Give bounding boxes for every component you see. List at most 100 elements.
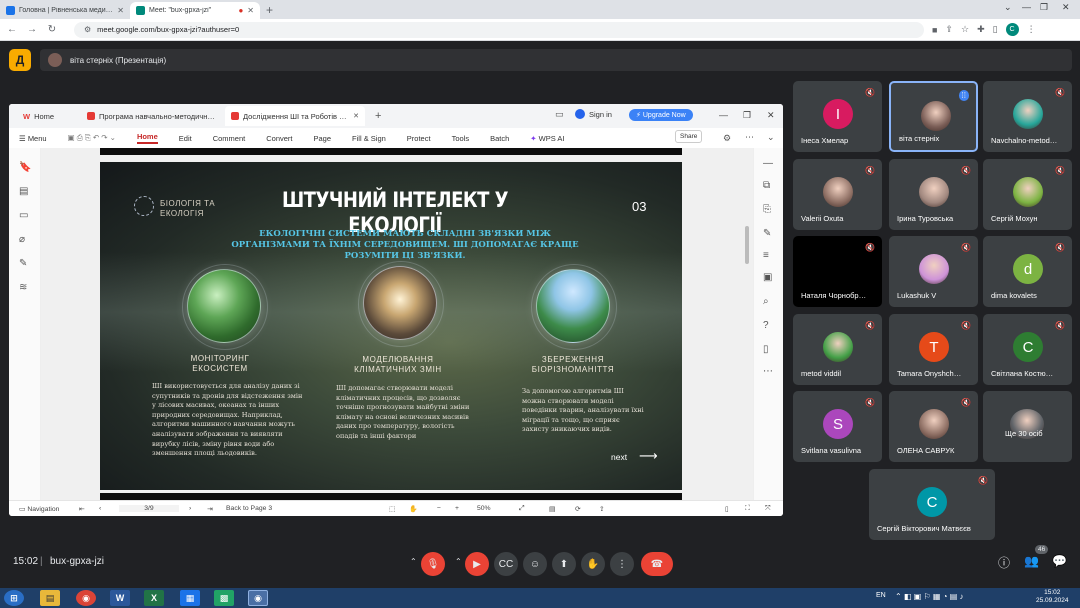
participant-tile[interactable]: 🔇 Ірина Туровська [889,159,978,230]
captions-button[interactable]: CC [494,552,518,576]
participant-tile[interactable]: 🔇 Navchalno-metod… [983,81,1072,152]
start-button[interactable]: ⊞ [4,590,24,606]
leave-call-button[interactable]: ☎ [641,552,673,576]
search-icon[interactable]: ⌕ [763,296,769,307]
camera-off-button[interactable]: ▶ [465,552,489,576]
video-options-icon[interactable]: ⌃ [455,557,462,566]
navigation-toggle[interactable]: ▭ Navigation [19,505,59,513]
export-icon[interactable]: ⎘ [763,204,771,215]
menu-wps-ai[interactable]: ✦ WPS AI [530,134,564,143]
settings-icon[interactable]: ⚙ [723,133,731,144]
attachment-icon[interactable]: ⌀ [19,234,25,245]
zoom-level[interactable]: 50% [477,505,491,512]
participant-tile[interactable]: 🔇 ОЛЕНА САВРУК [889,391,978,462]
tray-icons[interactable]: ⌃ ◧ ▣ ⚐ ▦ ◔ ▤ ♪ [895,592,964,601]
last-page-icon[interactable]: ⇥ [207,505,213,513]
new-tab-button[interactable]: + [375,110,381,122]
sign-in-button[interactable]: Sign in [575,109,612,119]
wps-tab-program[interactable]: Програма навчально-методичного… [81,106,221,126]
prev-page-icon[interactable]: ‹ [99,505,101,512]
profile-avatar[interactable]: C [1005,23,1019,36]
close-window-icon[interactable]: ✕ [1062,2,1070,13]
thumbnails-icon[interactable]: ▤ [19,186,28,197]
book-icon[interactable]: ▯ [763,344,769,355]
wps-tab-home[interactable]: W Home [17,106,77,126]
menu-fill-sign[interactable]: Fill & Sign [352,134,386,143]
clock[interactable]: 15:02 25.09.2024 [1036,589,1069,605]
raise-hand-button[interactable]: ✋ [581,552,605,576]
help-icon[interactable]: ? [763,320,769,331]
menu-comment[interactable]: Comment [213,134,246,143]
menu-page[interactable]: Page [314,134,332,143]
wps-tab-research[interactable]: Дослідження ШІ та Роботів у… ✕ [225,106,365,126]
participant-tile[interactable]: І 🔇 Інеса Хмелар [793,81,882,152]
close-tab-icon[interactable]: ✕ [117,6,124,15]
collapse-icon[interactable]: — [763,158,773,169]
share-button[interactable]: Share [675,130,703,143]
fullscreen-icon[interactable]: ⛶ [745,505,750,513]
participant-tile[interactable]: 🔇 Lukashuk V [889,236,978,307]
meeting-info-icon[interactable]: ⓘ [998,554,1010,571]
browser-tab-2[interactable]: Meet: "bux-gpxa-jzi" ● ✕ [130,2,260,19]
vertical-scrollbar[interactable] [745,226,749,264]
reader-mode-icon[interactable]: ▭ [555,109,564,120]
more-options-button[interactable]: ⋮ [610,552,634,576]
expand-icon[interactable]: ⤧ [765,505,770,513]
participant-tile[interactable]: 🔇 Valerii Oxuta [793,159,882,230]
word-icon[interactable]: W [110,590,130,606]
rotate-icon[interactable]: ⟳ [575,505,581,513]
more-icon[interactable]: ⋯ [745,132,754,143]
language-indicator[interactable]: EN [876,592,886,599]
excel-icon[interactable]: X [144,590,164,606]
more-icon[interactable]: ⋯ [763,366,773,377]
forward-icon[interactable]: → [26,24,38,35]
reload-icon[interactable]: ↻ [46,24,58,35]
app-icon[interactable]: ▦ [180,590,200,606]
first-page-icon[interactable]: ⇤ [79,505,85,513]
participant-tile[interactable]: С 🔇 Світлана Костю… [983,314,1072,385]
menu-edit[interactable]: Edit [179,134,192,143]
zoom-out-icon[interactable]: − [437,505,441,512]
participant-tile[interactable]: T 🔇 Tamara Onyshch… [889,314,978,385]
mic-off-button[interactable]: 🎙 [421,552,445,576]
file-explorer-icon[interactable]: ▤ [40,590,60,606]
browser-menu-icon[interactable]: ⋮ [1027,24,1036,35]
signature-icon[interactable]: ✎ [19,258,27,269]
hand-tool-icon[interactable]: ✋ [409,505,417,513]
bookmark-icon[interactable]: 🔖 [19,162,31,173]
format-icon[interactable]: ≡ [763,250,769,261]
browser-tab-1[interactable]: Головна | Рівненська медична ака… ✕ [0,2,130,19]
close-tab-icon[interactable]: ✕ [353,112,359,120]
document-view[interactable]: БІОЛОГІЯ ТА ЕКОЛОГІЯ ШТУЧНИЙ ІНТЕЛЕКТ У … [41,148,753,500]
menu-convert[interactable]: Convert [266,134,292,143]
chat-icon[interactable]: 💬 [1052,554,1067,568]
chrome-active-icon[interactable]: ◉ [248,590,268,606]
share-icon[interactable]: ⇪ [945,24,953,35]
extensions-icon[interactable]: ✚ [977,24,985,35]
camera-icon[interactable]: ■ [932,25,937,35]
tab-search-icon[interactable]: ⌄ [1004,2,1012,13]
participant-tile[interactable]: Ще 30 осіб [983,391,1072,462]
fit-page-icon[interactable]: ⤢ [519,505,524,513]
organize-icon[interactable]: ▣ [763,272,772,283]
participant-tile[interactable]: 🔇 Наталя Чорнобр… [793,236,882,307]
collapse-ribbon-icon[interactable]: ⌄ [767,132,775,143]
menu-tools[interactable]: Tools [452,134,470,143]
participant-tile[interactable]: 🔇 Сергій Мохун [983,159,1072,230]
minimize-icon[interactable]: — [1022,2,1031,12]
annotate-icon[interactable]: ✎ [763,228,771,239]
site-info-icon[interactable]: ⚙ [84,25,91,34]
maximize-icon[interactable]: ❐ [1040,2,1048,13]
close-tab-icon[interactable]: ✕ [247,6,254,15]
page-number-field[interactable]: 3/9 [119,505,179,512]
menu-button[interactable]: ☰ Menu [19,134,47,143]
menu-home[interactable]: Home [136,132,158,144]
edit-pdf-icon[interactable]: ⧉ [763,180,770,191]
participant-tile[interactable]: ⁞⁞ віта стерніх [889,81,978,152]
participant-tile[interactable]: С 🔇 Сергій Вікторович Матвєєв [869,469,995,540]
menu-protect[interactable]: Protect [407,134,431,143]
participant-tile[interactable]: 🔇 metod viddil [793,314,882,385]
chrome-icon[interactable]: ◉ [76,590,96,606]
menu-batch[interactable]: Batch [490,134,509,143]
back-icon[interactable]: ← [6,24,18,35]
